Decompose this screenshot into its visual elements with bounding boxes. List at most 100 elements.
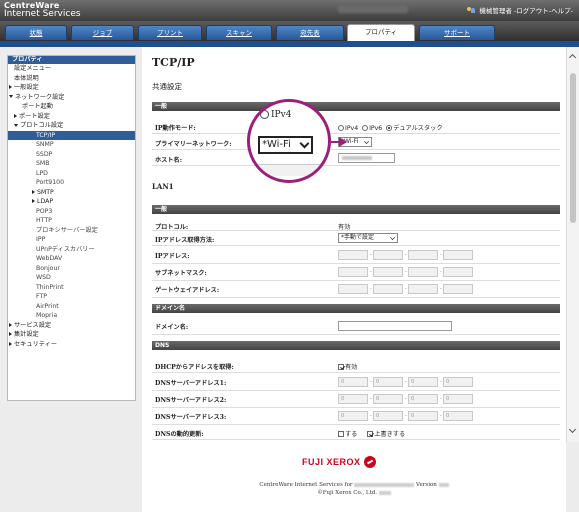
user-menu[interactable]: 機械管理者 -ログアウト-ヘルプ- <box>467 5 573 15</box>
sidebar-item-airprint[interactable]: AirPrint <box>8 302 135 312</box>
sidebar-item-label: サービス設定 <box>14 321 52 329</box>
octet-value: 0 <box>341 396 345 402</box>
sidebar-item-ldap[interactable]: LDAP <box>8 197 135 207</box>
sidebar-item-wsd[interactable]: WSD <box>8 273 135 283</box>
subnet-octet-2[interactable] <box>373 267 403 277</box>
dot-separator: . <box>370 250 372 257</box>
vertical-scrollbar[interactable] <box>566 47 579 442</box>
copyright-text: ©Fuji Xerox Co., Ltd. <box>317 490 378 496</box>
sidebar-item-bonjour[interactable]: Bonjour <box>8 264 135 274</box>
dns1-octet-1[interactable]: 0 <box>338 377 368 387</box>
dns3-octet-4[interactable]: 0 <box>443 411 473 421</box>
sidebar-heading: プロパティ <box>8 56 135 64</box>
ip-acquire-select[interactable]: *手動で設定 <box>338 233 398 243</box>
dns3-octet-2[interactable]: 0 <box>373 411 403 421</box>
common-settings-heading: 共通設定 <box>152 82 182 91</box>
ip-octet-3[interactable] <box>408 250 438 260</box>
dns2-octet-4[interactable]: 0 <box>443 394 473 404</box>
sidebar-item-upnp[interactable]: UPnPディスカバリー <box>8 245 135 255</box>
sidebar-item-ssdp[interactable]: SSDP <box>8 150 135 160</box>
sidebar-item-tcpip[interactable]: TCP/IP <box>8 130 135 140</box>
redacted-version <box>438 482 449 487</box>
magnified-ipv4-label: IPv4 <box>271 110 292 120</box>
sidebar-item-label: 集計設定 <box>14 331 39 338</box>
sidebar-item-lpd[interactable]: LPD <box>8 169 135 179</box>
domain-name-field[interactable] <box>338 321 452 331</box>
sidebar-item-webdav[interactable]: WebDAV <box>8 254 135 264</box>
sidebar-item-smb[interactable]: SMB <box>8 159 135 169</box>
sidebar-item-smtp[interactable]: SMTP <box>8 188 135 198</box>
hostname-field[interactable] <box>338 153 395 163</box>
subnet-octet-1[interactable] <box>338 267 368 277</box>
tab-status[interactable]: 状態 <box>5 25 67 40</box>
dns1-octet-4[interactable]: 0 <box>443 377 473 387</box>
dns1-octet-2[interactable]: 0 <box>373 377 403 387</box>
gateway-octet-3[interactable] <box>408 284 438 294</box>
sidebar-item-protocol-settings[interactable]: プロトコル設定 <box>8 121 135 131</box>
gateway-row: ゲートウェイアドレス: . . . <box>152 281 560 298</box>
sidebar-item-label: セキュリティー <box>14 340 57 348</box>
gateway-label: ゲートウェイアドレス: <box>155 287 220 294</box>
sidebar-item-network-settings[interactable]: ネットワーク設定 <box>8 93 135 103</box>
ip-octet-4[interactable] <box>443 250 473 260</box>
gateway-octet-4[interactable] <box>443 284 473 294</box>
user-menu-label[interactable]: 機械管理者 -ログアウト-ヘルプ- <box>479 5 573 15</box>
ip-octet-1[interactable] <box>338 250 368 260</box>
dot-separator: . <box>440 411 442 418</box>
sidebar-item-ipp[interactable]: IPP <box>8 235 135 245</box>
dot-separator: . <box>405 284 407 291</box>
hostname-row: ホスト名: <box>152 151 560 166</box>
dns2-octet-2[interactable]: 0 <box>373 394 403 404</box>
scroll-up-icon[interactable] <box>568 53 577 62</box>
dns2-octet-1[interactable]: 0 <box>338 394 368 404</box>
sidebar-item-port-settings[interactable]: ポート設定 <box>8 112 135 122</box>
tab-jobs[interactable]: ジョブ <box>71 25 134 40</box>
subnet-octet-4[interactable] <box>443 267 473 277</box>
sidebar-item-port9100[interactable]: Port9100 <box>8 178 135 188</box>
dot-separator: . <box>405 394 407 401</box>
tab-scan[interactable]: スキャン <box>206 25 272 40</box>
dns3-octet-3[interactable]: 0 <box>408 411 438 421</box>
sidebar-item-ftp[interactable]: FTP <box>8 292 135 302</box>
subnet-octet-3[interactable] <box>408 267 438 277</box>
sidebar-item-mopria[interactable]: Mopria <box>8 311 135 321</box>
gateway-octet-1[interactable] <box>338 284 368 294</box>
sidebar-item-service-settings[interactable]: サービス設定 <box>8 321 135 331</box>
sidebar-item-label: プロトコル設定 <box>20 122 64 129</box>
dhcp-dns-checkbox[interactable]: 有効 <box>338 362 357 371</box>
dns-dynamic-enable-checkbox[interactable]: する <box>338 431 357 438</box>
scroll-down-icon[interactable] <box>568 425 577 434</box>
dns3-octet-1[interactable]: 0 <box>338 411 368 421</box>
tab-address-book[interactable]: 宛先表 <box>276 25 344 40</box>
tab-print[interactable]: プリント <box>138 25 202 40</box>
subnet-label: サブネットマスク: <box>155 270 207 277</box>
tab-properties[interactable]: プロパティ <box>347 24 415 42</box>
magnifier-callout: IPv4 *Wi-Fi <box>247 99 331 183</box>
collapse-arrow-icon <box>9 95 13 98</box>
sidebar-item-general-settings[interactable]: 一般設定 <box>8 83 135 93</box>
dns-overwrite-checkbox[interactable]: 上書きする <box>367 431 405 438</box>
expand-arrow-icon <box>9 332 12 336</box>
sidebar-item-description[interactable]: 本体説明 <box>8 74 135 84</box>
sidebar-item-accounting[interactable]: 集計設定 <box>8 330 135 340</box>
sidebar-item-pop3[interactable]: POP3 <box>8 207 135 217</box>
sidebar-item-snmp[interactable]: SNMP <box>8 140 135 150</box>
scroll-thumb[interactable] <box>570 73 576 223</box>
dns1-octet-3[interactable]: 0 <box>408 377 438 387</box>
gateway-octet-2[interactable] <box>373 284 403 294</box>
sidebar-item-label: SMTP <box>37 188 54 196</box>
ip-mode-dual-radio[interactable]: デュアルスタック <box>386 125 443 132</box>
sidebar-item-proxy-server[interactable]: プロキシサーバー設定 <box>8 226 135 236</box>
chevron-down-icon <box>364 139 369 144</box>
ip-mode-ipv4-radio[interactable]: IPv4 <box>338 125 358 132</box>
ip-octet-2[interactable] <box>373 250 403 260</box>
sidebar-item-thinprint[interactable]: ThinPrint <box>8 283 135 293</box>
sidebar-item-settings-menu[interactable]: 設定メニュー <box>8 64 135 74</box>
sidebar-item-port-enable[interactable]: ポート起動 <box>8 102 135 112</box>
lan1-heading: LAN1 <box>152 182 174 191</box>
sidebar-item-http[interactable]: HTTP <box>8 216 135 226</box>
sidebar-item-security[interactable]: セキュリティー <box>8 340 135 350</box>
tab-support[interactable]: サポート <box>419 25 495 40</box>
ip-mode-ipv6-radio[interactable]: IPv6 <box>362 125 382 132</box>
dns2-octet-3[interactable]: 0 <box>408 394 438 404</box>
